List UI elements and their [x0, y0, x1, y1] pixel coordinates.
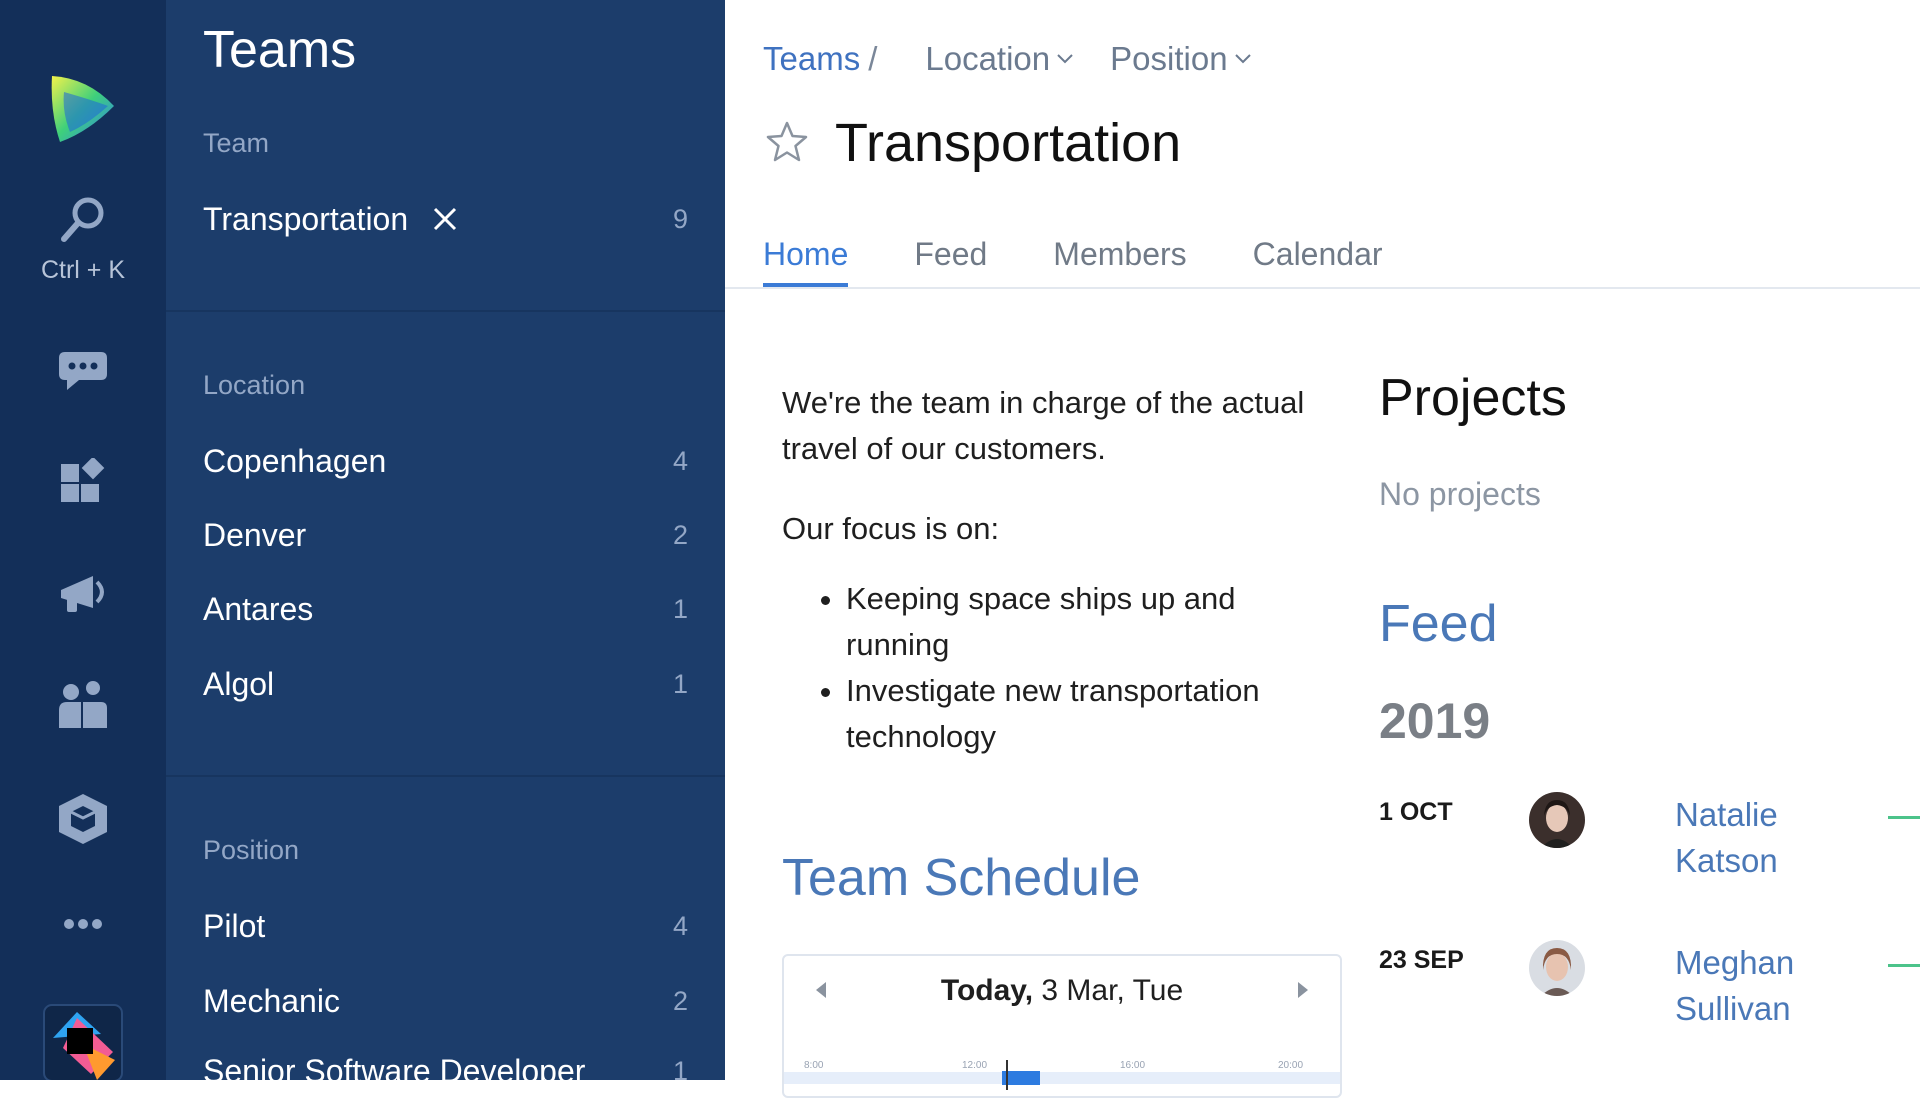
- feed-item-date: 23 SEP: [1379, 946, 1464, 974]
- schedule-date: Today, 3 Mar, Tue: [784, 974, 1340, 1008]
- avatar[interactable]: [1529, 940, 1585, 996]
- location-count: 2: [672, 519, 688, 550]
- position-count: 1: [672, 1055, 688, 1086]
- panel-title: Teams: [203, 21, 357, 79]
- selected-team-count: 9: [672, 203, 688, 234]
- icon-rail: Ctrl + K: [0, 0, 166, 1080]
- feed-status-indicator: [1888, 964, 1920, 967]
- position-dropdown-label: Position: [1110, 40, 1228, 77]
- next-day-icon[interactable]: [1296, 980, 1310, 1005]
- avatar[interactable]: [1529, 792, 1585, 848]
- breadcrumb: Teams / Location Position: [763, 40, 1252, 78]
- chat-icon[interactable]: [0, 348, 166, 392]
- projects-title: Projects: [1379, 369, 1567, 427]
- team-section-label: Team: [203, 128, 270, 158]
- megaphone-icon[interactable]: [0, 572, 166, 616]
- tab-feed[interactable]: Feed: [914, 236, 987, 283]
- feed-item-date: 1 OCT: [1379, 798, 1453, 826]
- location-dropdown-label: Location: [925, 40, 1051, 77]
- tab-calendar[interactable]: Calendar: [1253, 236, 1383, 283]
- location-item-algol[interactable]: Algol 1: [203, 659, 688, 709]
- divider: [166, 775, 725, 777]
- location-label: Antares: [203, 590, 314, 627]
- position-item-pilot[interactable]: Pilot 4: [203, 901, 688, 951]
- team-icon[interactable]: [0, 680, 166, 730]
- location-count: 4: [672, 445, 688, 476]
- position-count: 4: [672, 910, 688, 941]
- chevron-down-icon: [1234, 54, 1251, 64]
- location-item-copenhagen[interactable]: Copenhagen 4: [203, 436, 688, 486]
- search-icon[interactable]: [0, 194, 166, 244]
- package-icon[interactable]: [0, 792, 166, 846]
- feed-item-author-link[interactable]: Meghan Sullivan: [1675, 940, 1875, 1032]
- tab-members[interactable]: Members: [1053, 236, 1186, 283]
- location-section-label: Location: [203, 370, 306, 400]
- app-logo-icon[interactable]: [0, 72, 166, 144]
- focus-item: Keeping space ships up and running: [846, 576, 1342, 668]
- focus-item: Investigate new transportation technolog…: [846, 668, 1342, 760]
- tab-home[interactable]: Home: [763, 236, 849, 287]
- teams-panel: Teams Team Transportation 9 Location Cop…: [166, 0, 725, 1089]
- star-icon[interactable]: [765, 120, 809, 167]
- selected-team-filter[interactable]: Transportation 9: [203, 194, 688, 244]
- position-label: Senior Software Developer: [203, 1052, 586, 1089]
- location-item-antares[interactable]: Antares 1: [203, 584, 688, 634]
- location-item-denver[interactable]: Denver 2: [203, 510, 688, 560]
- location-count: 1: [672, 593, 688, 624]
- schedule-track: [784, 1072, 1340, 1084]
- feed-status-indicator: [1888, 816, 1920, 819]
- selected-team-label: Transportation: [203, 200, 409, 237]
- schedule-widget: Today, 3 Mar, Tue 8:00 12:00 16:00 20:00: [782, 954, 1342, 1098]
- search-shortcut: Ctrl + K: [40, 256, 126, 284]
- location-count: 1: [672, 668, 688, 699]
- feed-item-author-link[interactable]: Natalie Katson: [1675, 792, 1875, 884]
- page-header: Transportation: [765, 112, 1181, 174]
- team-description: We're the team in charge of the actual t…: [782, 380, 1342, 760]
- breadcrumb-separator: /: [868, 40, 878, 77]
- focus-list: Keeping space ships up and running Inves…: [782, 576, 1342, 760]
- hour-tick: 16:00: [1120, 1060, 1146, 1071]
- position-item-senior-software-developer[interactable]: Senior Software Developer 1: [203, 1046, 688, 1096]
- main-content: Teams / Location Position Transportation…: [725, 0, 1920, 1098]
- current-time-marker: [1006, 1060, 1008, 1090]
- schedule-today-label: Today,: [940, 974, 1034, 1007]
- team-schedule-title: Team Schedule: [782, 849, 1141, 907]
- feed-title[interactable]: Feed: [1379, 594, 1498, 654]
- feed-year: 2019: [1379, 693, 1491, 749]
- tab-bar: Home Feed Members Calendar: [763, 236, 1449, 287]
- location-label: Denver: [203, 516, 307, 553]
- hour-tick: 8:00: [804, 1060, 824, 1071]
- position-count: 2: [672, 985, 688, 1016]
- jetbrains-toolbox-icon[interactable]: [0, 1004, 166, 1080]
- position-item-mechanic[interactable]: Mechanic 2: [203, 976, 688, 1026]
- tab-divider: [725, 287, 1920, 289]
- position-label: Mechanic: [203, 982, 340, 1019]
- breadcrumb-teams-link[interactable]: Teams: [763, 40, 860, 78]
- page-title: Transportation: [835, 113, 1182, 173]
- hour-tick: 12:00: [962, 1060, 988, 1071]
- projects-empty-text: No projects: [1379, 476, 1541, 512]
- apps-icon[interactable]: [0, 458, 166, 504]
- hour-tick: 20:00: [1278, 1060, 1304, 1071]
- schedule-date-value: 3 Mar, Tue: [1033, 974, 1184, 1007]
- location-label: Copenhagen: [203, 442, 387, 479]
- position-label: Pilot: [203, 907, 266, 944]
- location-label: Algol: [203, 665, 275, 702]
- description-intro: We're the team in charge of the actual t…: [782, 385, 1305, 466]
- position-dropdown[interactable]: Position: [1110, 40, 1251, 78]
- more-icon[interactable]: [0, 918, 166, 930]
- position-section-label: Position: [203, 835, 300, 865]
- close-icon[interactable]: [432, 206, 458, 232]
- description-focus-heading: Our focus is on:: [782, 511, 1000, 546]
- chevron-down-icon: [1057, 54, 1073, 64]
- location-dropdown[interactable]: Location: [925, 40, 1074, 78]
- divider: [166, 310, 725, 312]
